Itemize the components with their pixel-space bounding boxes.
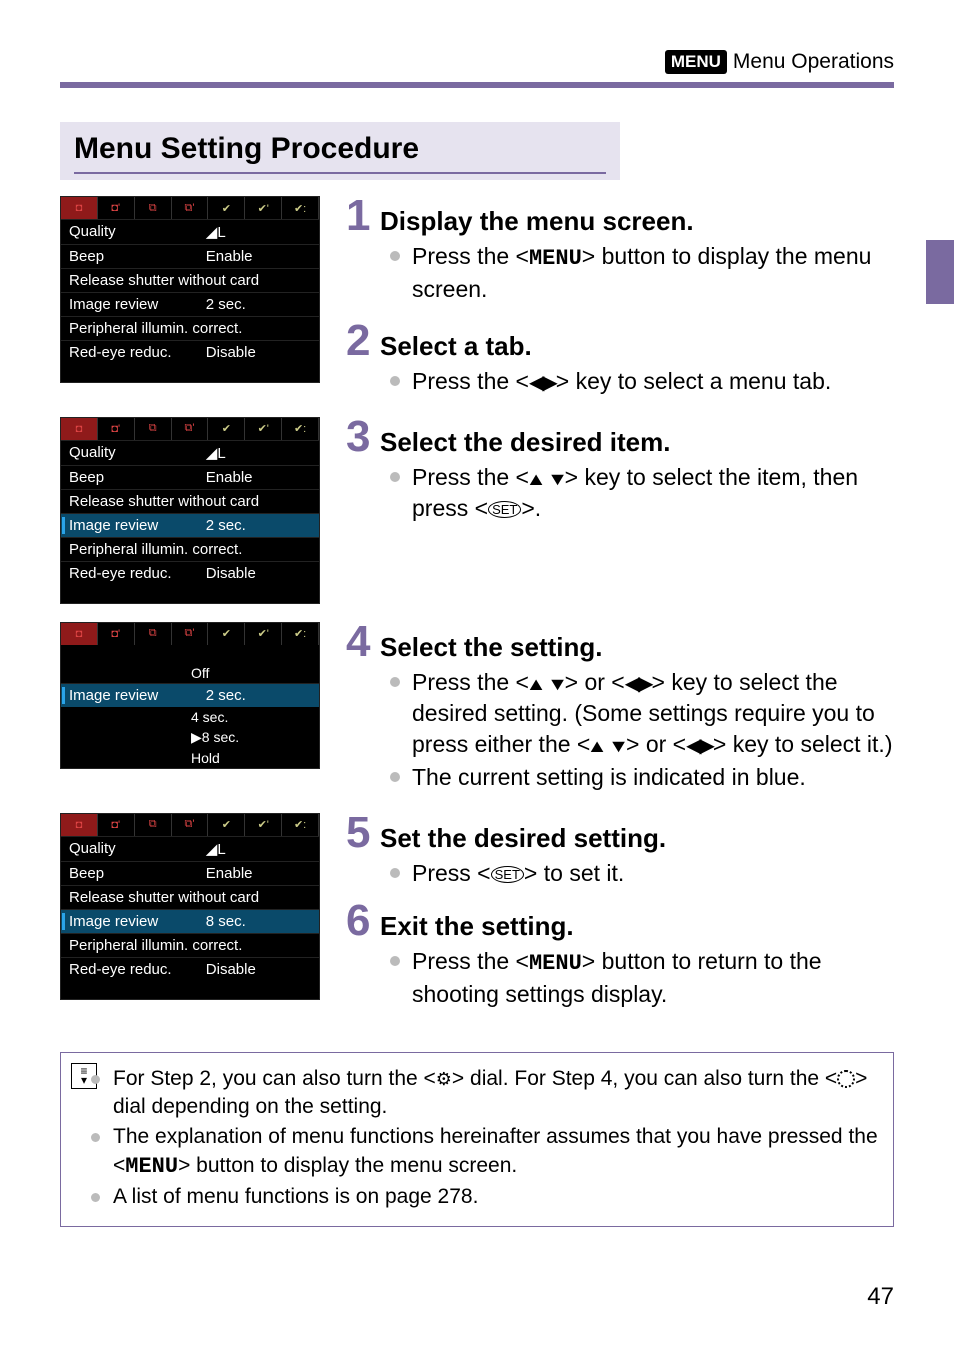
step5-bullet: Press <SET> to set it. <box>412 858 894 889</box>
header-title: Menu Operations <box>733 50 894 74</box>
step-number-1: 1 <box>346 196 380 236</box>
set-button-icon: SET <box>488 501 521 518</box>
side-tab-indicator <box>926 240 954 304</box>
step3-bullet: Press the <▲▼> key to select the item, t… <box>412 462 894 524</box>
page-number: 47 <box>867 1283 894 1311</box>
up-down-key-icon: ▲▼ <box>525 467 568 491</box>
menu-button-icon: MENU <box>125 1154 178 1179</box>
left-right-key-icon: ◀▶ <box>529 372 556 394</box>
step-title-6: Exit the setting. <box>380 911 894 942</box>
step-title-1: Display the menu screen. <box>380 206 894 237</box>
step1-bullet: Press the <MENU> button to display the m… <box>412 241 894 305</box>
camera-screenshot-1: ◘◘'⧉⧉'✔✔'✔: Quality◢L BeepEnable Release… <box>60 196 320 383</box>
note-3: A list of menu functions is on page 278. <box>109 1183 879 1211</box>
camera-screenshot-4: ◘◘'⧉⧉'✔✔'✔: Quality◢L BeepEnable Release… <box>60 813 320 1000</box>
step-number-4: 4 <box>346 622 380 662</box>
left-right-key-icon: ◀▶ <box>625 673 652 695</box>
camera-screenshot-2: ◘◘'⧉⧉'✔✔'✔: Quality◢L BeepEnable Release… <box>60 417 320 604</box>
camera-screenshot-3: ◘◘'⧉⧉'✔✔'✔: Off Image review2 sec. 4 sec… <box>60 622 320 769</box>
main-dial-icon: ⚙ <box>436 1069 452 1089</box>
step6-bullet: Press the <MENU> button to return to the… <box>412 946 894 1010</box>
step-title-3: Select the desired item. <box>380 427 894 458</box>
step-number-5: 5 <box>346 813 380 853</box>
up-down-key-icon: ▲▼ <box>587 734 630 758</box>
note-2: The explanation of menu functions herein… <box>109 1123 879 1181</box>
step-title-5: Set the desired setting. <box>380 823 894 854</box>
left-right-key-icon: ◀▶ <box>686 735 713 757</box>
section-heading-wrap: Menu Setting Procedure <box>60 122 620 180</box>
section-heading: Menu Setting Procedure <box>74 132 606 174</box>
step-number-2: 2 <box>346 321 380 361</box>
set-button-icon: SET <box>491 866 524 883</box>
up-down-key-icon: ▲▼ <box>525 672 568 696</box>
step-title-2: Select a tab. <box>380 331 894 362</box>
step2-bullet: Press the <◀▶> key to select a menu tab. <box>412 366 894 397</box>
quick-dial-icon <box>837 1070 855 1088</box>
header-rule <box>60 82 894 88</box>
step-number-6: 6 <box>346 901 380 941</box>
step-number-3: 3 <box>346 417 380 457</box>
menu-button-icon: MENU <box>529 246 582 271</box>
menu-button-icon: MENU <box>529 951 582 976</box>
step4-bullet-2: The current setting is indicated in blue… <box>412 762 894 793</box>
step-title-4: Select the setting. <box>380 632 894 663</box>
step4-bullet-1: Press the <▲▼> or <◀▶> key to select the… <box>412 667 894 760</box>
header-menu-badge: MENU <box>665 50 727 74</box>
note-box: ≡▾ For Step 2, you can also turn the <⚙>… <box>60 1052 894 1227</box>
note-1: For Step 2, you can also turn the <⚙> di… <box>109 1065 879 1122</box>
